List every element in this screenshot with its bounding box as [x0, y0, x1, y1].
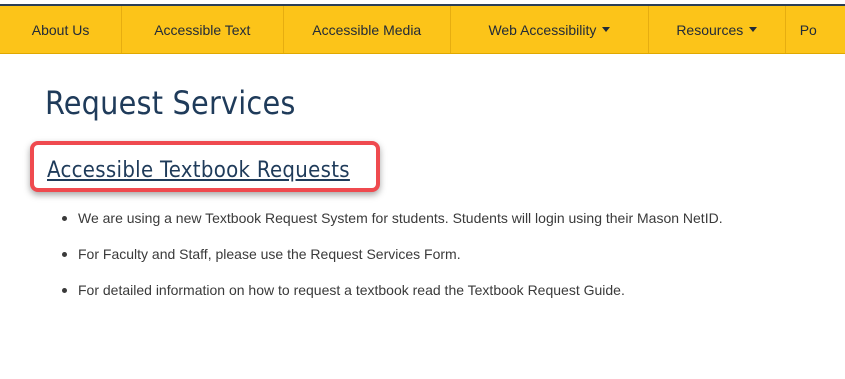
nav-item-label: Accessible Text — [154, 21, 251, 38]
nav-item-label: Resources — [676, 21, 744, 38]
nav-item-accessible-text[interactable]: Accessible Text — [122, 6, 284, 53]
list-item: For detailed information on how to reque… — [62, 278, 762, 302]
nav-item-accessible-media[interactable]: Accessible Media — [284, 6, 451, 53]
chevron-down-icon — [602, 27, 611, 32]
nav-item-resources[interactable]: Resources — [649, 6, 786, 53]
nav-item-label: About Us — [31, 21, 90, 38]
page-title: Request Services — [45, 84, 296, 122]
request-info-list: We are using a new Textbook Request Syst… — [62, 206, 762, 314]
chevron-down-icon — [749, 27, 758, 32]
list-item: We are using a new Textbook Request Syst… — [62, 206, 762, 230]
list-item: For Faculty and Staff, please use the Re… — [62, 242, 762, 266]
main-navbar: About Us Accessible Text Accessible Medi… — [0, 6, 845, 54]
nav-item-partial[interactable]: Po — [786, 6, 845, 53]
nav-item-about-us[interactable]: About Us — [0, 6, 123, 53]
accessible-textbook-requests-link[interactable]: Accessible Textbook Requests — [47, 158, 350, 183]
nav-item-label: Po — [799, 21, 817, 38]
nav-item-label: Accessible Media — [312, 21, 422, 38]
nav-item-web-accessibility[interactable]: Web Accessibility — [451, 6, 649, 53]
nav-item-label: Web Accessibility — [488, 21, 597, 38]
